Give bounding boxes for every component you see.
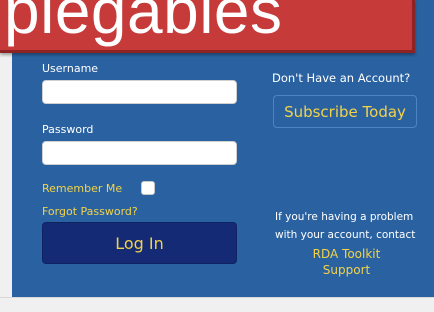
remember-me-checkbox[interactable] <box>141 181 155 195</box>
subscribe-button[interactable]: Subscribe Today <box>273 95 417 128</box>
no-account-prompt: Don't Have an Account? <box>272 71 411 85</box>
support-link-line-1: RDA Toolkit <box>312 247 381 261</box>
forgot-password-link[interactable]: Forgot Password? <box>42 205 138 218</box>
password-label: Password <box>42 123 94 136</box>
support-link[interactable]: RDA Toolkit Support <box>289 246 404 278</box>
subscribe-button-label: Subscribe Today <box>284 102 406 121</box>
help-text-line-2: with your account, contact <box>275 229 416 241</box>
banner-title: plegables <box>4 0 283 47</box>
support-link-line-2: Support <box>322 263 371 277</box>
login-button[interactable]: Log In <box>42 222 237 264</box>
username-input[interactable] <box>42 80 237 104</box>
frame-bottom-edge <box>0 297 434 312</box>
remember-me-label: Remember Me <box>42 182 123 195</box>
password-input[interactable] <box>42 141 237 165</box>
login-button-label: Log In <box>115 233 164 253</box>
title-banner: plegables <box>0 0 415 53</box>
username-label: Username <box>42 62 99 75</box>
help-text-line-1: If you're having a problem <box>275 211 414 223</box>
